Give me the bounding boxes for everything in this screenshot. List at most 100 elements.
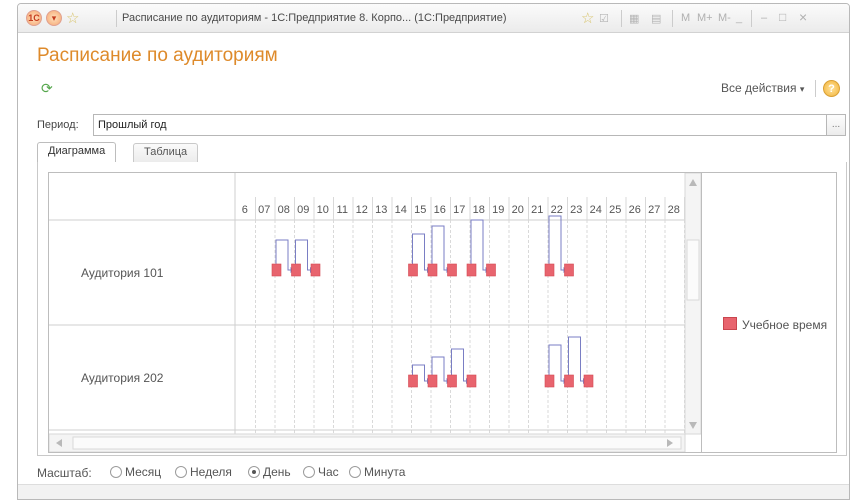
window-title: Расписание по аудиториям - 1С:Предприяти…	[122, 12, 507, 24]
gantt-bar	[310, 263, 321, 277]
gantt-svg: 6 07 08 09 10 11 12 13 14 15 16 17 18 19 20 21 22 23 24 25 2…	[49, 173, 701, 452]
hour-label: 26	[629, 204, 641, 216]
add-favorite-icon[interactable]: ☆	[581, 10, 594, 27]
gantt-bar	[408, 374, 418, 388]
close-button[interactable]: ×	[799, 9, 807, 25]
menu-dropdown-icon[interactable]: ▾	[46, 10, 62, 26]
gantt-bar	[427, 263, 438, 277]
hour-label: 17	[453, 204, 465, 216]
scale-option-label: Час	[318, 465, 339, 479]
scale-option-minute[interactable]: Минута	[349, 465, 405, 479]
help-button[interactable]: ?	[823, 80, 840, 97]
gantt-link	[548, 215, 564, 271]
hour-label: 20	[512, 204, 524, 216]
gantt-bar	[486, 263, 496, 277]
gantt-link	[431, 225, 447, 271]
scale-option-hour[interactable]: Час	[303, 465, 339, 479]
hour-label: 6	[242, 204, 248, 216]
gantt-bar	[427, 374, 438, 388]
hour-label: 19	[492, 204, 504, 216]
hour-label: 08	[278, 204, 290, 216]
hour-label: 10	[317, 204, 329, 216]
actions-separator	[815, 80, 816, 97]
gantt-bar	[544, 374, 555, 388]
legend-label: Учебное время	[742, 318, 828, 332]
all-actions-label: Все действия	[721, 81, 797, 95]
minimize-dropdown-button[interactable]: _	[736, 12, 742, 24]
hour-label: 12	[356, 204, 368, 216]
bottom-area	[18, 484, 849, 499]
gantt-bar	[466, 374, 477, 388]
hour-label: 21	[531, 204, 543, 216]
chevron-down-icon: ▾	[799, 84, 805, 94]
refresh-icon[interactable]: ⟳	[41, 80, 53, 97]
title-separator	[621, 10, 622, 27]
vertical-scroll-thumb	[686, 239, 700, 301]
title-bar: 1С ▾ ☆ Расписание по аудиториям - 1С:Пре…	[18, 4, 849, 33]
scale-option-week[interactable]: Неделя	[175, 465, 232, 479]
title-separator	[672, 10, 673, 27]
period-choose-button[interactable]: ...	[826, 114, 846, 136]
gantt-bar	[466, 263, 477, 277]
maximize-button[interactable]: □	[779, 10, 786, 24]
calendar-icon[interactable]: ▤	[651, 10, 661, 26]
scale-option-label: Минута	[364, 465, 406, 479]
row-name: Аудитория 101	[81, 266, 164, 280]
bookmark-icon[interactable]: ☑	[599, 10, 609, 26]
hour-label: 24	[590, 204, 602, 216]
gantt-chart[interactable]: 6 07 08 09 10 11 12 13 14 15 16 17 18 19 20 21 22 23 24 25 2…	[48, 172, 702, 453]
all-actions-button[interactable]: Все действия ▾	[721, 81, 804, 95]
tab-diagram[interactable]: Диаграмма	[37, 142, 117, 163]
calculator-icon[interactable]: ▦	[629, 10, 639, 26]
memory-m-button[interactable]: M	[681, 12, 690, 24]
app-window: 1С ▾ ☆ Расписание по аудиториям - 1С:Пре…	[17, 3, 850, 500]
gantt-bar	[583, 374, 594, 388]
hour-label: 09	[297, 204, 309, 216]
hour-label: 28	[668, 204, 680, 216]
row-name: Аудитория 202	[81, 371, 164, 385]
gantt-link	[568, 336, 583, 382]
title-separator	[116, 10, 117, 27]
radio-circle	[303, 466, 315, 478]
radio-circle	[110, 466, 122, 478]
legend-swatch	[723, 317, 737, 330]
gantt-bar	[408, 263, 418, 277]
horizontal-scroll-thumb	[72, 436, 682, 450]
gantt-bar	[447, 374, 457, 388]
period-input[interactable]: Прошлый год	[93, 114, 829, 136]
radio-circle	[349, 466, 361, 478]
scale-option-day[interactable]: День	[248, 465, 291, 479]
hour-label: 25	[609, 204, 621, 216]
scale-option-label: Месяц	[125, 465, 162, 479]
gantt-bar	[544, 263, 555, 277]
gantt-bar	[271, 263, 282, 277]
gantt-bar	[447, 263, 457, 277]
hour-label: 16	[434, 204, 446, 216]
gantt-bar	[291, 263, 301, 277]
memory-plus-button[interactable]: M+	[697, 12, 713, 24]
radio-circle	[175, 466, 187, 478]
gantt-bar	[564, 374, 574, 388]
hour-label: 07	[258, 204, 270, 216]
title-separator	[751, 10, 752, 27]
scale-option-month[interactable]: Месяц	[110, 465, 161, 479]
legend-panel	[702, 172, 837, 453]
radio-circle-selected	[248, 466, 260, 478]
1c-logo-icon[interactable]: 1С	[26, 10, 42, 26]
hour-label: 27	[648, 204, 660, 216]
minimize-button[interactable]: –	[761, 12, 767, 24]
hour-label: 18	[473, 204, 485, 216]
scale-label: Масштаб:	[37, 466, 92, 480]
memory-minus-button[interactable]: M-	[718, 12, 731, 24]
form-title: Расписание по аудиториям	[37, 45, 278, 66]
scale-option-label: День	[263, 465, 291, 479]
hour-label: 15	[414, 204, 426, 216]
hour-label: 23	[570, 204, 582, 216]
tab-table[interactable]: Таблица	[133, 143, 199, 162]
gantt-link	[470, 219, 486, 271]
hour-label: 13	[375, 204, 387, 216]
favorite-star-icon[interactable]: ☆	[66, 10, 79, 27]
hour-label: 14	[395, 204, 407, 216]
gantt-bar	[564, 263, 574, 277]
period-label: Период:	[37, 119, 79, 131]
